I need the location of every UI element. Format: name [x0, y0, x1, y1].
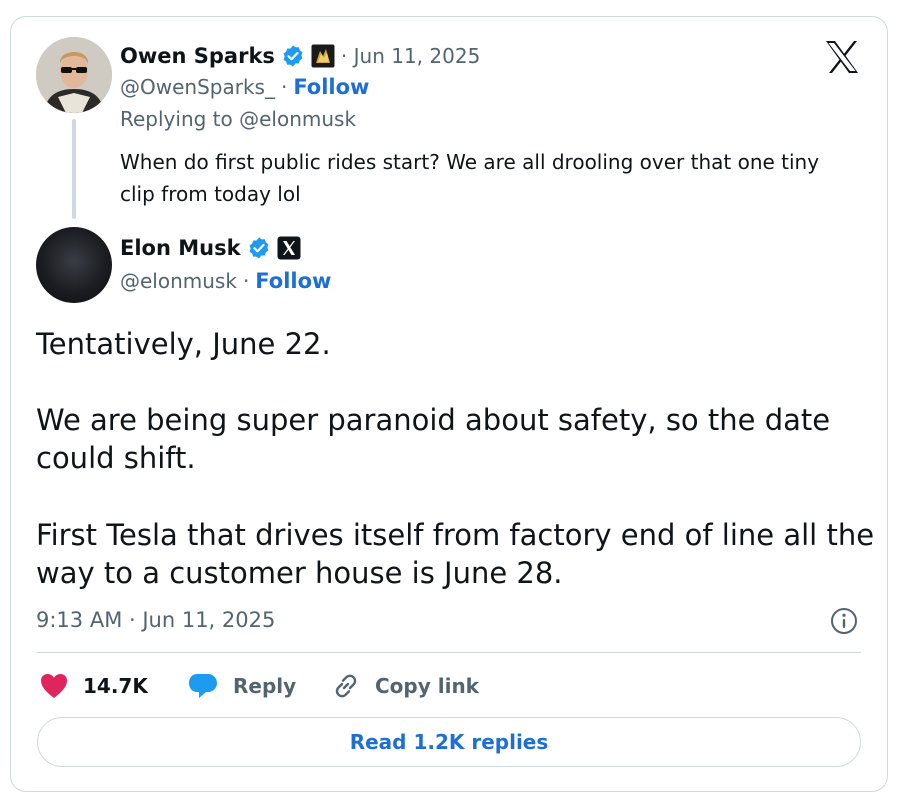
- reply-bubble-icon[interactable]: [187, 672, 219, 700]
- reply-label[interactable]: Reply: [233, 674, 296, 698]
- reply-tweet-header: Owen Sparks · Jun 11, 2025: [120, 41, 480, 71]
- info-icon[interactable]: [830, 607, 858, 635]
- reply-tweet-text-line: When do first public rides start? We are…: [120, 150, 820, 174]
- separator-dot: ·: [280, 75, 288, 99]
- x-logo-icon[interactable]: [823, 39, 861, 75]
- reply-action[interactable]: Reply: [187, 671, 296, 701]
- thread-connector-line: [72, 119, 76, 219]
- tweet-text-line: First Tesla that drives itself from fact…: [36, 518, 875, 552]
- copy-link-label[interactable]: Copy link: [375, 674, 479, 698]
- copy-link-action[interactable]: Copy link: [331, 671, 479, 701]
- follow-button[interactable]: Follow: [255, 269, 331, 293]
- author-handle[interactable]: @OwenSparks_: [120, 75, 275, 99]
- author-name[interactable]: Elon Musk: [120, 236, 241, 260]
- main-tweet-subheader: @elonmusk · Follow: [120, 269, 331, 293]
- avatar-elon-musk[interactable]: [36, 227, 112, 303]
- separator-dot: ·: [242, 269, 250, 293]
- divider: [37, 652, 861, 653]
- embedded-tweet-card: Owen Sparks · Jun 11, 2025 @OwenSparks_ …: [10, 16, 888, 792]
- heart-icon[interactable]: [39, 672, 69, 700]
- link-icon[interactable]: [331, 671, 361, 701]
- reply-tweet-subheader: @OwenSparks_ · Follow: [120, 75, 369, 99]
- tweet-text-line: could shift.: [36, 441, 196, 475]
- verified-badge-icon: [281, 44, 305, 68]
- main-tweet-header: Elon Musk: [120, 233, 301, 263]
- read-replies-button[interactable]: Read 1.2K replies: [37, 717, 861, 767]
- avatar-owen-sparks[interactable]: [36, 37, 112, 113]
- like-count[interactable]: 14.7K: [83, 674, 148, 698]
- reply-tweet-text-line: clip from today lol: [120, 182, 301, 206]
- author-handle[interactable]: @elonmusk: [120, 269, 237, 293]
- affiliate-badge-icon[interactable]: [311, 44, 335, 68]
- tweet-text-line: We are being super paranoid about safety…: [36, 403, 831, 437]
- post-date[interactable]: · Jun 11, 2025: [341, 44, 480, 68]
- tweet-text-line: Tentatively, June 22.: [36, 327, 331, 361]
- tweet-timestamp[interactable]: 9:13 AM · Jun 11, 2025: [36, 608, 275, 632]
- affiliate-x-badge-icon[interactable]: [277, 236, 301, 260]
- author-name[interactable]: Owen Sparks: [120, 44, 275, 68]
- like-action[interactable]: 14.7K: [39, 671, 148, 701]
- replying-to-text[interactable]: Replying to @elonmusk: [120, 107, 356, 131]
- follow-button[interactable]: Follow: [293, 75, 369, 99]
- tweet-text-line: way to a customer house is June 28.: [36, 556, 563, 590]
- verified-badge-icon: [247, 236, 271, 260]
